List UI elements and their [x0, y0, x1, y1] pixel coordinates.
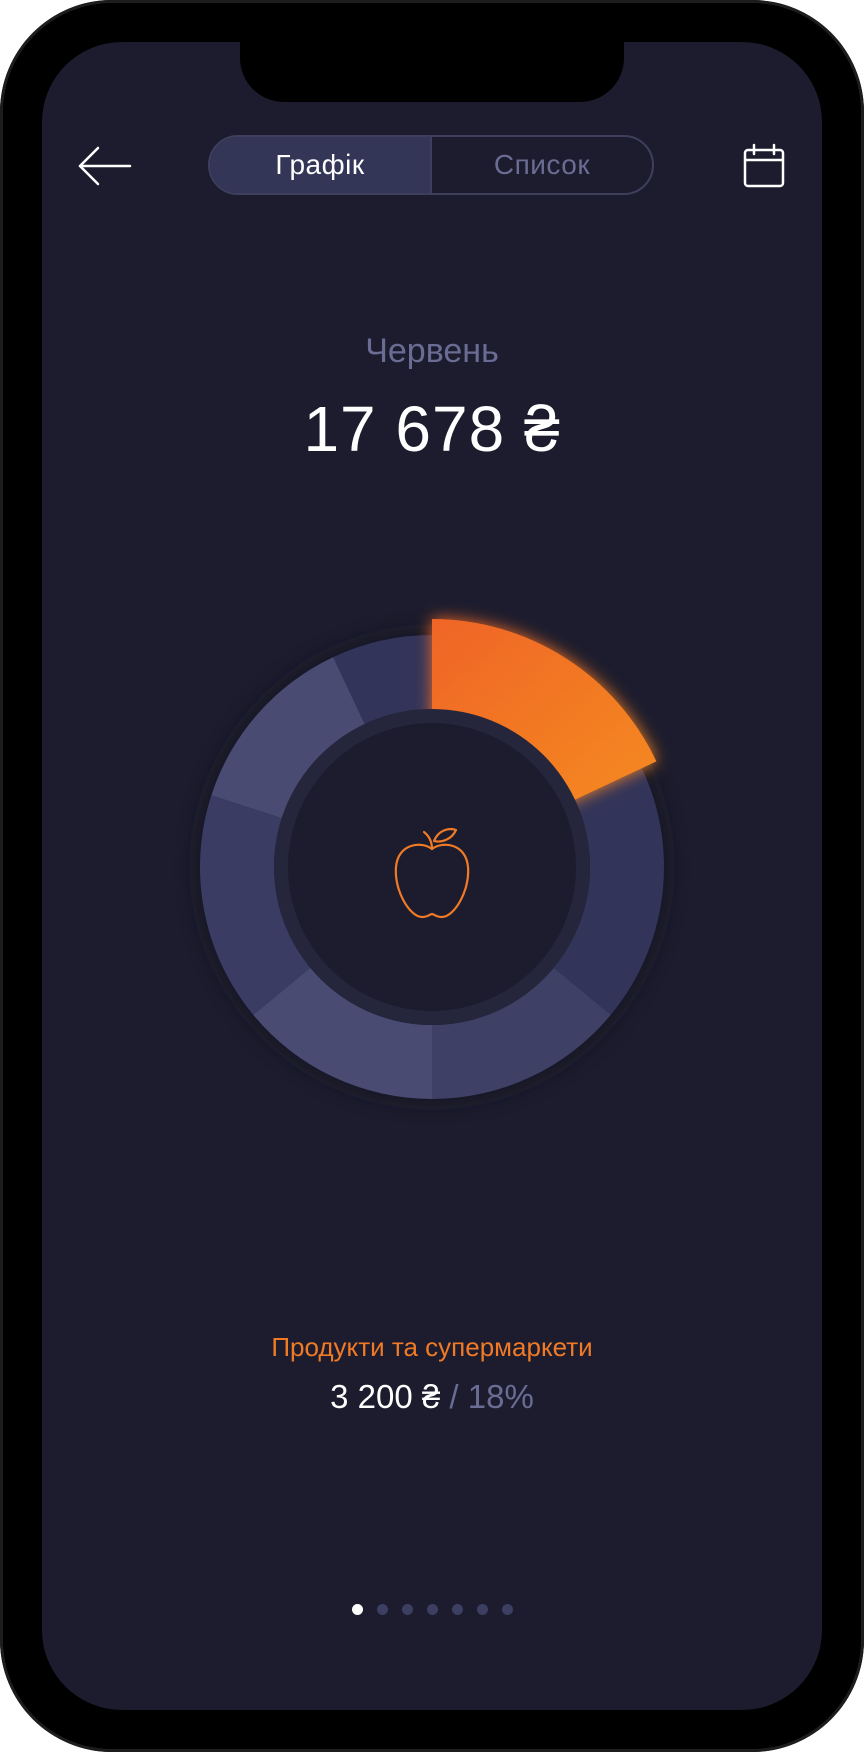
page-indicator [42, 1604, 822, 1615]
page-dot[interactable] [351, 1604, 363, 1615]
tab-chart[interactable]: Графік [210, 137, 430, 193]
month-label: Червень [365, 332, 499, 370]
tab-list[interactable]: Список [430, 137, 652, 193]
selected-category-name: Продукти та супермаркети [271, 1332, 593, 1362]
phone-frame: Графік Список Червень 17 678 ₴ Продукти … [0, 0, 864, 1752]
view-switch: Графік Список [208, 135, 654, 195]
total-amount: 17 678 ₴ [303, 393, 561, 465]
donut-chart [196, 619, 668, 1103]
category-separator: / [440, 1378, 468, 1415]
calendar-icon[interactable] [742, 142, 786, 190]
selected-category-value: 3 200 ₴ / 18% [42, 1378, 822, 1416]
category-percent: 18% [467, 1378, 534, 1415]
category-amount: 3 200 ₴ [330, 1378, 441, 1415]
screen: Графік Список Червень 17 678 ₴ Продукти … [42, 42, 822, 1710]
page-dot[interactable] [401, 1604, 413, 1615]
page-dot[interactable] [476, 1604, 488, 1615]
page-dot[interactable] [376, 1604, 388, 1615]
page-dot[interactable] [451, 1604, 463, 1615]
donut-hole [288, 723, 576, 1011]
arrow-left-icon[interactable] [74, 142, 134, 190]
page-dot[interactable] [426, 1604, 438, 1615]
page-dot[interactable] [501, 1604, 513, 1615]
notch [240, 42, 624, 102]
